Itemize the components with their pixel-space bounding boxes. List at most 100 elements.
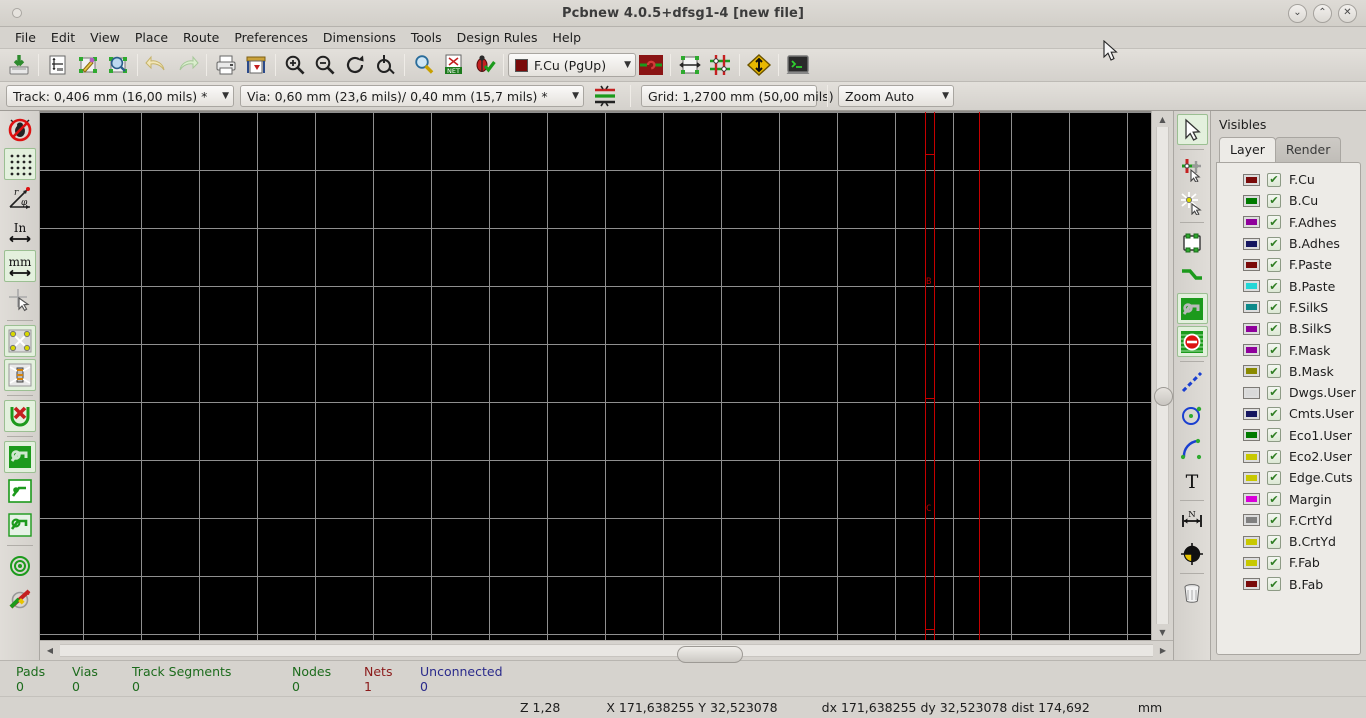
zoom-select[interactable]: Zoom Auto ▼ <box>838 85 954 107</box>
layer-row[interactable]: ✔ B.Mask <box>1217 361 1360 382</box>
layer-visibility-checkbox[interactable]: ✔ <box>1267 257 1281 272</box>
maximize-button[interactable]: ⌃ <box>1313 3 1332 23</box>
layer-row[interactable]: ✔ Cmts.User <box>1217 403 1360 424</box>
highlight-net-tool[interactable] <box>1177 154 1208 185</box>
show-board-3d-button[interactable] <box>783 51 813 79</box>
zoom-out-button[interactable] <box>310 51 340 79</box>
layer-visibility-checkbox[interactable]: ✔ <box>1267 343 1281 358</box>
layer-color-swatch[interactable] <box>1243 535 1260 548</box>
open-module-viewer-button[interactable] <box>103 51 133 79</box>
menu-help[interactable]: Help <box>546 28 589 47</box>
show-zones-filled-toggle[interactable] <box>3 441 36 473</box>
layer-row[interactable]: ✔ B.CrtYd <box>1217 531 1360 552</box>
layer-visibility-checkbox[interactable]: ✔ <box>1267 406 1281 421</box>
auto-delete-track-toggle[interactable] <box>3 400 36 432</box>
zoom-fit-button[interactable] <box>370 51 400 79</box>
add-graphic-circle-tool[interactable] <box>1177 399 1208 430</box>
grid-display-toggle[interactable] <box>3 148 36 180</box>
layer-row[interactable]: ✔ B.Cu <box>1217 190 1360 211</box>
layer-visibility-checkbox[interactable]: ✔ <box>1267 534 1281 549</box>
layer-row[interactable]: ✔ F.SilkS <box>1217 297 1360 318</box>
layer-color-swatch[interactable] <box>1243 407 1260 420</box>
layer-color-swatch[interactable] <box>1243 322 1260 335</box>
layer-row[interactable]: ✔ Eco2.User <box>1217 446 1360 467</box>
layer-color-swatch[interactable] <box>1243 173 1260 186</box>
layer-visibility-checkbox[interactable]: ✔ <box>1267 321 1281 336</box>
pcb-canvas[interactable]: B C <box>40 111 1151 640</box>
scroll-up-arrow[interactable]: ▲ <box>1153 111 1173 127</box>
layer-row[interactable]: ✔ F.Adhes <box>1217 212 1360 233</box>
layer-color-swatch[interactable] <box>1243 514 1260 527</box>
mode-track-button[interactable] <box>705 51 735 79</box>
scroll-left-arrow[interactable]: ◀ <box>40 643 60 659</box>
add-track-tool[interactable] <box>1177 260 1208 291</box>
layer-color-swatch[interactable] <box>1243 301 1260 314</box>
canvas-vertical-scrollbar[interactable]: ▲ ▼ <box>1151 111 1173 640</box>
window-menu-icon[interactable] <box>12 8 22 18</box>
plot-button[interactable] <box>241 51 271 79</box>
layer-visibility-checkbox[interactable]: ✔ <box>1267 449 1281 464</box>
drc-off-button[interactable] <box>744 51 774 79</box>
layer-visibility-checkbox[interactable]: ✔ <box>1267 470 1281 485</box>
layer-row[interactable]: ✔ B.Paste <box>1217 275 1360 296</box>
local-ratsnest-tool[interactable] <box>1177 187 1208 218</box>
layer-row[interactable]: ✔ B.Fab <box>1217 574 1360 595</box>
layer-color-swatch[interactable] <box>1243 450 1260 463</box>
netlist-button[interactable]: NET <box>439 51 469 79</box>
page-settings-button[interactable] <box>43 51 73 79</box>
layer-visibility-checkbox[interactable]: ✔ <box>1267 300 1281 315</box>
layer-row[interactable]: ✔ F.Cu <box>1217 169 1360 190</box>
drc-off-toggle[interactable] <box>4 114 36 146</box>
layer-visibility-checkbox[interactable]: ✔ <box>1267 193 1281 208</box>
cursor-shape-toggle[interactable] <box>4 284 36 316</box>
vscroll-thumb[interactable] <box>1154 387 1173 406</box>
tab-layer[interactable]: Layer <box>1219 137 1276 162</box>
add-footprint-tool[interactable] <box>1177 227 1208 258</box>
scroll-down-arrow[interactable]: ▼ <box>1153 624 1173 640</box>
layer-visibility-checkbox[interactable]: ✔ <box>1267 364 1281 379</box>
menu-tools[interactable]: Tools <box>404 28 449 47</box>
layer-row[interactable]: ✔ F.Fab <box>1217 552 1360 573</box>
add-graphic-arc-tool[interactable] <box>1177 432 1208 463</box>
via-size-select[interactable]: Via: 0,60 mm (23,6 mils)/ 0,40 mm (15,7 … <box>240 85 584 107</box>
canvas-horizontal-scrollbar[interactable]: ◀ ▶ <box>40 640 1173 663</box>
menu-design-rules[interactable]: Design Rules <box>450 28 545 47</box>
layer-color-swatch[interactable] <box>1243 258 1260 271</box>
units-inches-toggle[interactable]: In <box>4 216 36 248</box>
layer-color-swatch[interactable] <box>1243 386 1260 399</box>
menu-view[interactable]: View <box>83 28 127 47</box>
print-board-button[interactable] <box>211 51 241 79</box>
layer-color-swatch[interactable] <box>1243 365 1260 378</box>
layer-visibility-checkbox[interactable]: ✔ <box>1267 492 1281 507</box>
layer-visibility-checkbox[interactable]: ✔ <box>1267 577 1281 592</box>
add-zone-tool[interactable] <box>1176 293 1208 324</box>
menu-route[interactable]: Route <box>176 28 226 47</box>
minimize-button[interactable]: ⌄ <box>1288 3 1307 23</box>
layer-color-swatch[interactable] <box>1243 280 1260 293</box>
tab-render[interactable]: Render <box>1274 137 1342 162</box>
layer-row[interactable]: ✔ B.SilkS <box>1217 318 1360 339</box>
scroll-right-arrow[interactable]: ▶ <box>1153 643 1173 659</box>
layer-row[interactable]: ✔ B.Adhes <box>1217 233 1360 254</box>
delete-tool[interactable] <box>1177 578 1208 609</box>
layer-visibility-checkbox[interactable]: ✔ <box>1267 236 1281 251</box>
undo-button[interactable] <box>142 51 172 79</box>
redo-button[interactable] <box>172 51 202 79</box>
layer-color-swatch[interactable] <box>1243 493 1260 506</box>
layer-visibility-checkbox[interactable]: ✔ <box>1267 279 1281 294</box>
show-ratsnest-toggle[interactable] <box>3 325 36 357</box>
polar-coords-toggle[interactable]: r φ <box>4 182 36 214</box>
show-zones-disabled-toggle[interactable] <box>4 475 36 507</box>
microwave-tools-toggle[interactable] <box>4 584 36 616</box>
layer-color-swatch[interactable] <box>1243 216 1260 229</box>
layer-color-swatch[interactable] <box>1243 578 1260 591</box>
close-button[interactable]: ✕ <box>1338 3 1357 23</box>
layer-row[interactable]: ✔ F.CrtYd <box>1217 510 1360 531</box>
find-button[interactable] <box>409 51 439 79</box>
layer-visibility-checkbox[interactable]: ✔ <box>1267 215 1281 230</box>
track-width-select[interactable]: Track: 0,406 mm (16,00 mils) * ▼ <box>6 85 234 107</box>
layer-visibility-checkbox[interactable]: ✔ <box>1267 428 1281 443</box>
units-mm-toggle[interactable]: mm <box>3 250 36 282</box>
hscroll-thumb[interactable] <box>677 646 743 663</box>
layer-color-swatch[interactable] <box>1243 194 1260 207</box>
